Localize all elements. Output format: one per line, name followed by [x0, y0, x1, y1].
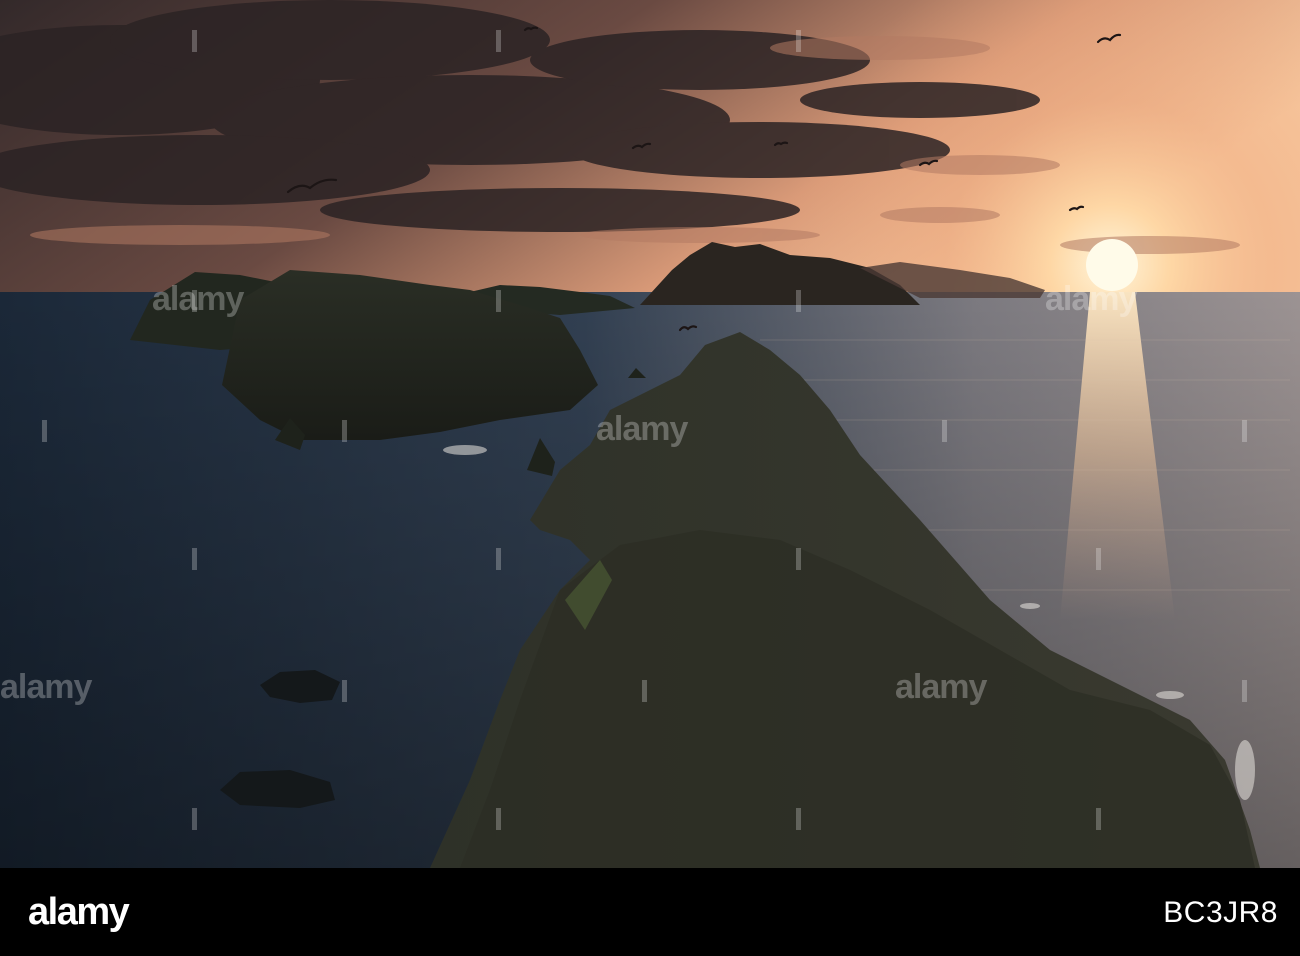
logo-text: alamy	[28, 891, 130, 933]
stock-photo-frame: alamy alamy alamy alamy alamy alamy BC3J…	[0, 0, 1300, 956]
sun	[1086, 239, 1138, 291]
alamy-logo: alamy	[28, 892, 198, 932]
image-id: BC3JR8	[1163, 896, 1278, 929]
stock-footer-bar: alamy BC3JR8	[0, 868, 1300, 956]
landscape-photo: alamy alamy alamy alamy alamy	[0, 0, 1300, 868]
sunset-islands-scene	[0, 0, 1300, 868]
